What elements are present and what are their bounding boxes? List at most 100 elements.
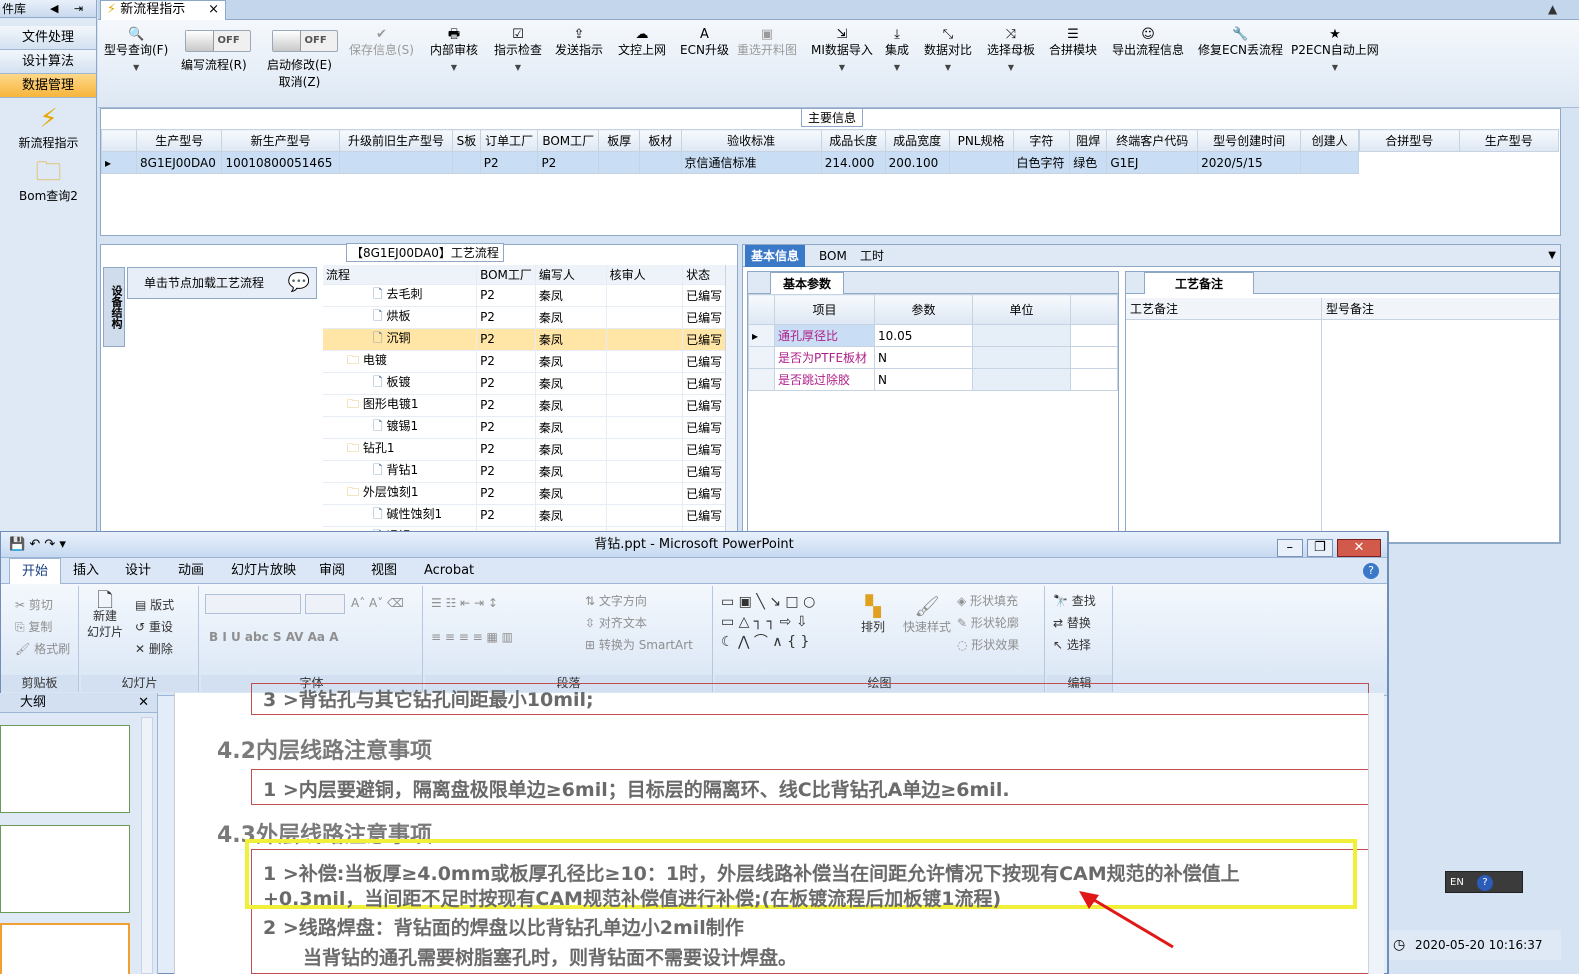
tab-bom[interactable]: BOM [819, 245, 847, 267]
tab-review[interactable]: 审阅 [319, 558, 345, 584]
tree-node[interactable]: 🗋 烘板 [323, 306, 478, 329]
table-cell[interactable] [948, 151, 1014, 174]
slide-scrollbar[interactable] [1368, 693, 1384, 974]
save-info-button[interactable]: ✔ 保存信息(S) [349, 26, 414, 59]
column-header[interactable]: 单位 [972, 294, 1071, 325]
font-size-select[interactable] [305, 594, 345, 614]
ecn-upgrade-button[interactable]: A ECN升级 [680, 26, 729, 59]
ppt-quick-access[interactable]: 💾 ↶ ↷ ▾ [9, 532, 66, 558]
table-cell[interactable]: 8G1EJ00DA0 [136, 151, 223, 174]
tree-node[interactable]: 🗋 背钻1 [323, 460, 478, 483]
tree-node[interactable]: 🗋 镀锡1 [323, 416, 478, 439]
tree-row[interactable]: 🗀 钻孔1 P2 秦凤 已编写 [323, 438, 728, 461]
tree-node[interactable]: 🗋 沉铜 [323, 328, 478, 351]
remarks-tab[interactable]: 工艺备注 [1144, 272, 1255, 294]
nav-back-icon[interactable]: ◀ [50, 0, 58, 18]
shortcut-bom-query[interactable]: 🗀 Bom查询2 [0, 157, 97, 204]
layout-button[interactable]: ▤ 版式 [135, 596, 174, 613]
column-header[interactable]: 成品长度 [820, 129, 886, 152]
arrange-button[interactable]: ▚ 排列 [861, 594, 885, 635]
list-buttons[interactable]: ☰ ☷ ⇤ ⇥ ↕ [431, 596, 498, 610]
collapse-icon[interactable]: ▲ [1548, 2, 1557, 16]
close-icon[interactable]: ✕ [138, 693, 149, 713]
column-header[interactable]: 成品宽度 [884, 129, 950, 152]
column-header[interactable]: 生产型号 [136, 129, 223, 152]
side-tab-equipment[interactable]: 设备结构 [103, 267, 125, 347]
table-cell[interactable]: 白色字符 [1012, 151, 1071, 174]
param-unit[interactable] [972, 368, 1071, 391]
tab-acrobat[interactable]: Acrobat [424, 558, 474, 584]
column-header[interactable]: 创建人 [1300, 129, 1359, 152]
column-header[interactable]: 升级前旧生产型号 [338, 129, 454, 152]
table-cell[interactable]: 200.100 [884, 151, 950, 174]
check-instr-button[interactable]: ☑ 指示检查 ▼ [494, 26, 542, 76]
tree-node[interactable]: 🗋 去毛刺 [323, 284, 478, 307]
tab-animation[interactable]: 动画 [178, 558, 204, 584]
minimize-icon[interactable]: – [1276, 539, 1303, 557]
table-cell[interactable]: 京信通信标准 [680, 151, 822, 174]
help-icon[interactable]: ? [1477, 875, 1493, 891]
column-header[interactable]: 型号创建时间 [1197, 129, 1302, 152]
alignment-buttons[interactable]: ≡ ≡ ≡ ≡ ▦ ▥ [431, 630, 513, 644]
column-header[interactable]: BOM工厂 [537, 129, 600, 152]
font-grow-icon[interactable]: A˄ A˅ ⌫ [351, 596, 404, 610]
table-row[interactable]: 是否跳过除胶 N [748, 368, 1118, 391]
nav-design-algorithm[interactable]: 设计算法 [0, 50, 96, 74]
nav-file-processing[interactable]: 文件处理 [0, 26, 96, 50]
reselect-drawing-button[interactable]: ▣ 重选开料图 [737, 26, 797, 59]
slide-canvas[interactable]: 3 >背钻孔与其它钻孔间距最小10mil; 4.2内层线路注意事项 1 >内层要… [174, 683, 1369, 974]
column-header[interactable]: 终端客户代码 [1106, 129, 1199, 152]
tab-new-flow[interactable]: ⚡ 新流程指示 × [100, 0, 226, 20]
tree-scrollbar[interactable] [725, 265, 737, 543]
edit-flow-toggle[interactable]: OFF [185, 30, 251, 52]
table-cell[interactable]: 2020/5/15 [1197, 151, 1302, 174]
shortcut-new-flow[interactable]: ⚡ 新流程指示 [0, 104, 97, 151]
export-flow-button[interactable]: ☺ 导出流程信息 [1112, 26, 1184, 59]
shape-fill-button[interactable]: ◈ 形状填充 [957, 592, 1018, 609]
merge-module-button[interactable]: ☰ 合拼模块 [1049, 26, 1097, 59]
tree-node[interactable]: 🗀 电镀 [323, 350, 478, 373]
column-header[interactable]: 验收标准 [680, 129, 822, 152]
tab-home[interactable]: 开始 [9, 558, 62, 584]
thumbnail-scrollbar[interactable] [141, 717, 153, 974]
tree-row[interactable]: 🗋 板镀 P2 秦凤 已编写 [323, 372, 728, 395]
tree-row[interactable]: 🗀 图形电镀1 P2 秦凤 已编写 [323, 394, 728, 417]
table-row[interactable]: ▸ 8G1EJ00DA0 10010800051465 P2 P2 京信通信标准 214.0… [100, 151, 1359, 174]
model-query-button[interactable]: 🔍 型号查询(F) ▼ [104, 26, 168, 76]
new-slide-button[interactable]: 🗋 新建 幻灯片 [87, 590, 123, 640]
table-cell[interactable]: G1EJ [1106, 151, 1199, 174]
start-modify-toggle[interactable]: OFF [272, 30, 338, 52]
text-direction-button[interactable]: ⇅ 文字方向 [585, 592, 647, 609]
column-header[interactable]: 合拼型号 [1359, 129, 1460, 152]
tab-design[interactable]: 设计 [125, 558, 151, 584]
table-cell[interactable]: P2 [479, 151, 539, 174]
data-compare-button[interactable]: ⤡ 数据对比 ▼ [924, 26, 972, 76]
tree-node[interactable]: 🗀 钻孔1 [323, 438, 478, 461]
table-row[interactable]: 是否为PTFE板材 N [748, 346, 1118, 369]
shapes-gallery[interactable]: ▭ ▣ ╲ ↘ □ ○ ▭ △ ┐ ┐ ⇨ ⇩ ☾ ⋀ ⌒ ∧ { } [721, 592, 815, 652]
column-header[interactable]: 字符 [1012, 129, 1071, 152]
param-unit[interactable] [972, 324, 1071, 347]
tree-row[interactable]: 🗀 电镀 P2 秦凤 已编写 [323, 350, 728, 373]
process-remarks-column[interactable]: 工艺备注 [1126, 298, 1322, 542]
column-header[interactable]: 编写人 [535, 265, 607, 285]
integrate-button[interactable]: ⤓ 集成 ▼ [885, 26, 909, 76]
replace-button[interactable]: ⇄ 替换 [1053, 614, 1091, 631]
column-header[interactable]: BOM工厂 [476, 265, 536, 285]
copy-button[interactable]: ⎘ 复制 [15, 618, 52, 635]
tree-row[interactable]: 🗋 碱性蚀刻1 P2 秦凤 已编写 [323, 504, 728, 527]
quick-styles-button[interactable]: 🖌 快速样式 [903, 594, 951, 635]
tree-node[interactable]: 🗋 碱性蚀刻1 [323, 504, 478, 527]
close-icon[interactable]: × [208, 1, 219, 19]
column-header[interactable]: S板 [452, 129, 481, 152]
font-style-buttons[interactable]: B I U abc S AV Aa A [209, 630, 338, 644]
fix-ecn-button[interactable]: 🔧 修复ECN丢流程 [1198, 26, 1283, 59]
internal-review-button[interactable]: 🖶 内部审核 ▼ [430, 26, 478, 76]
table-cell[interactable] [598, 151, 641, 174]
tree-node[interactable]: 🗋 板镀 [323, 372, 478, 395]
tab-outline[interactable]: 大纲 [20, 695, 46, 710]
tree-node[interactable]: 🗀 外层蚀刻1 [323, 482, 478, 505]
model-remarks-column[interactable]: 型号备注 [1322, 298, 1559, 542]
tab-basic-info[interactable]: 基本信息 [745, 245, 806, 267]
close-icon[interactable]: ✕ [1337, 539, 1381, 557]
